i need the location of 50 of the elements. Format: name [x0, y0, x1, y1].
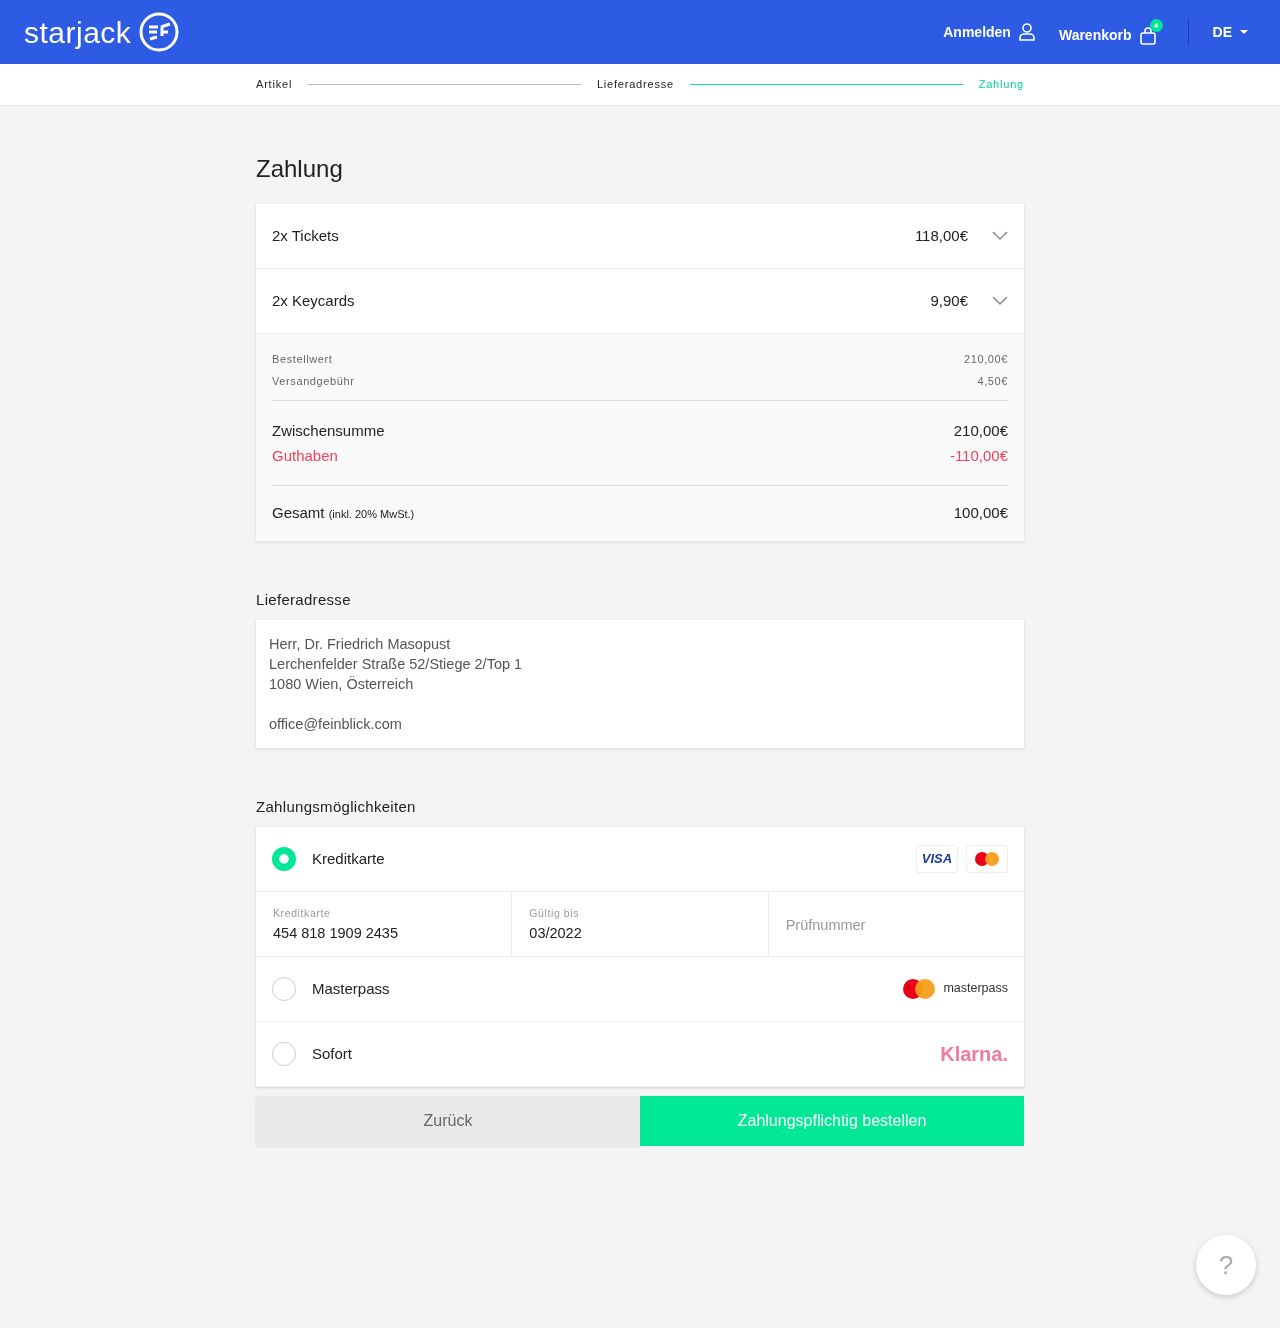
field-label: Gültig bis	[529, 905, 581, 921]
login-button[interactable]: Anmelden	[943, 21, 1035, 43]
subtotal-value: -110,00€	[949, 445, 1008, 466]
card-logo-icon	[975, 851, 999, 866]
input-field[interactable]: 454 818 1909 2435	[273, 922, 495, 945]
email-text: office@feinblick.com	[269, 715, 403, 735]
logo-text[interactable]: starjack	[24, 9, 132, 55]
section-heading: Zahlungsmöglichkeiten	[256, 797, 417, 818]
address-line: Herr, Dr. Friedrich Masopust	[269, 635, 452, 655]
input-field[interactable]: Prüfnummer	[785, 914, 1007, 937]
klarna-logo: Klarna.	[940, 1041, 1008, 1067]
total-label: Gesamt	[272, 504, 325, 522]
detail-label: Bestellwert	[272, 351, 333, 367]
address-line: Lerchenfelder Straße 52/Stiege 2/Top 1	[269, 655, 524, 675]
method-label: Kreditkarte	[312, 848, 385, 869]
method-label: Masterpass	[312, 978, 390, 999]
method-label: Sofort	[312, 1043, 353, 1064]
user-icon	[1018, 23, 1035, 41]
radio-button[interactable]	[272, 846, 296, 871]
subtotal-value: 210,00€	[953, 420, 1008, 441]
step-link[interactable]: Artikel	[256, 76, 293, 93]
visa-logo: VISA	[916, 844, 958, 873]
subtotal-label: Guthaben	[272, 445, 338, 466]
input-field[interactable]: 03/2022	[529, 922, 751, 945]
item-price: 9,90€	[930, 290, 968, 311]
step-link[interactable]: Lieferadresse	[596, 76, 674, 93]
field-label: Kreditkarte	[273, 905, 332, 921]
chevron-icon[interactable]	[992, 295, 1008, 306]
detail-label: Versandgebühr	[272, 373, 355, 389]
page-title: Zahlung	[256, 154, 344, 184]
detail-value: 210,00€	[964, 351, 1008, 367]
chevron-icon[interactable]	[992, 230, 1008, 241]
back-button[interactable]: Zurück	[256, 1095, 640, 1146]
total-value: 100,00€	[953, 503, 1008, 524]
bag-icon	[1139, 26, 1156, 45]
masterpass-logo: masterpass	[943, 980, 1008, 998]
section-heading: Lieferadresse	[256, 589, 352, 610]
address-line: 1080 Wien, Österreich	[269, 675, 415, 695]
logo-icon	[139, 12, 180, 52]
card-logo-icon	[903, 978, 936, 999]
language-dropdown[interactable]: DE	[1212, 21, 1248, 43]
item-price: 118,00€	[914, 225, 968, 246]
cart-count-badge: 4	[1149, 18, 1163, 32]
detail-value: 4,50€	[977, 373, 1008, 389]
tax-note: (inkl. 20% MwSt.)	[328, 508, 415, 521]
cart-button[interactable]: Warenkorb 4	[1058, 16, 1164, 48]
subtotal-label: Zwischensumme	[272, 420, 385, 441]
item-label: 2x Tickets	[272, 225, 339, 246]
caret-icon	[1240, 29, 1248, 35]
item-label: 2x Keycards	[272, 290, 355, 311]
